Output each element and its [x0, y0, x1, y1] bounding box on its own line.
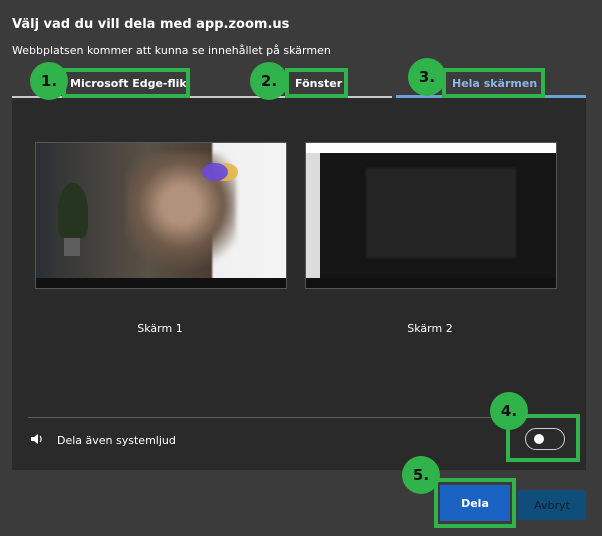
highlight-box-2 — [285, 68, 348, 98]
pot-image — [64, 238, 80, 256]
screen-2-label: Skärm 2 — [407, 322, 453, 335]
system-audio-label: Dela även systemljud — [57, 434, 176, 447]
window-sidebar — [306, 153, 320, 278]
highlight-box-1 — [62, 68, 190, 98]
screen-2-thumbnail[interactable] — [305, 142, 557, 289]
badge-5: 5. — [402, 456, 440, 494]
plant-image — [58, 183, 88, 238]
logo-icon — [202, 163, 228, 181]
screen-1-label: Skärm 1 — [137, 322, 183, 335]
dialog-title: Välj vad du vill dela med app.zoom.us — [12, 17, 290, 32]
window-content — [366, 168, 516, 258]
highlight-box-3 — [442, 68, 545, 98]
highlight-box-5 — [434, 478, 516, 528]
cancel-button[interactable]: Avbryt — [518, 490, 586, 520]
screen-1-thumbnail[interactable] — [35, 142, 287, 289]
divider — [28, 417, 570, 418]
dialog-subtitle: Webbplatsen kommer att kunna se innehåll… — [12, 44, 331, 57]
taskbar — [36, 278, 286, 288]
badge-2: 2. — [250, 62, 288, 100]
badge-3: 3. — [408, 58, 446, 96]
badge-4: 4. — [490, 392, 528, 430]
badge-1: 1. — [30, 62, 68, 100]
speaker-icon — [31, 434, 42, 444]
taskbar — [306, 278, 556, 288]
